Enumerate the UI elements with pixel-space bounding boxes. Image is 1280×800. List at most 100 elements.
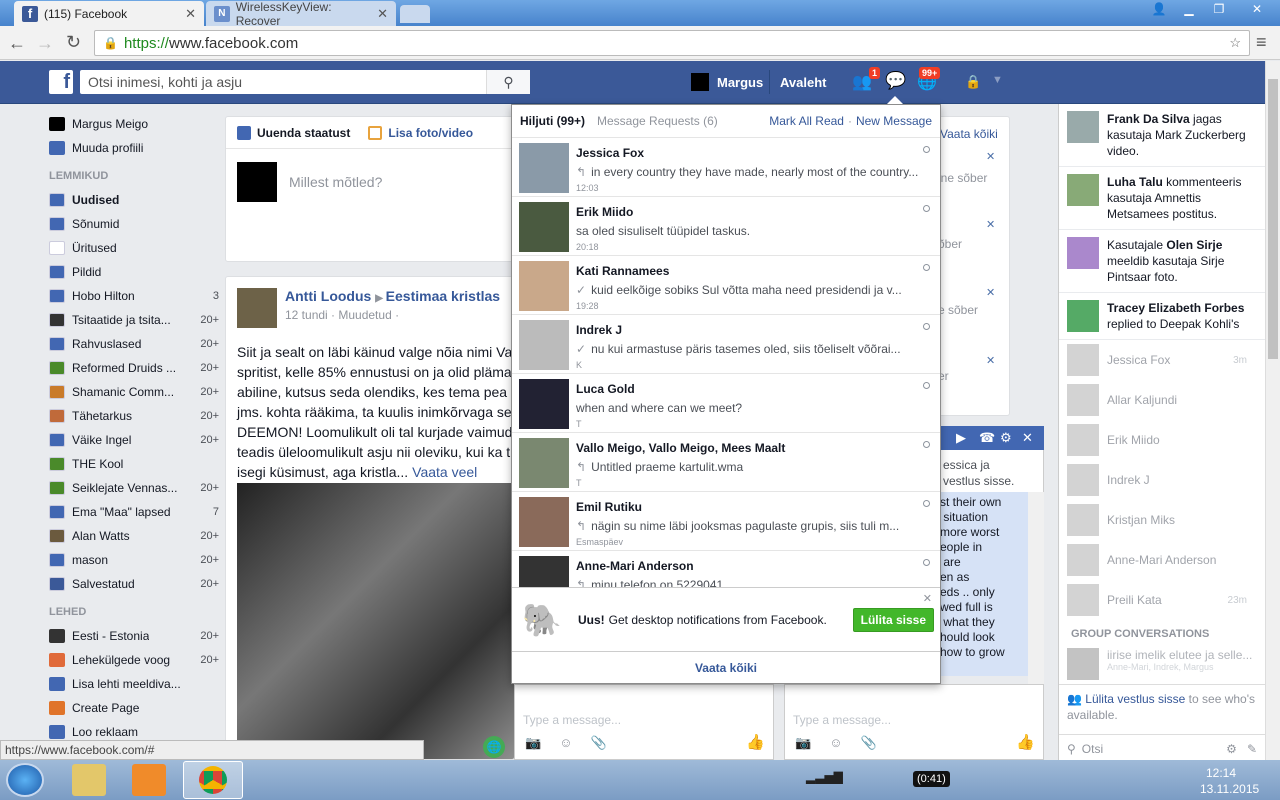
nav-profile[interactable]: Margus Meigo xyxy=(49,112,219,136)
profile-link[interactable]: Margus xyxy=(717,75,763,90)
camera-icon[interactable]: 📷 xyxy=(525,735,541,751)
sidebar-item[interactable]: Tähetarkus 20+ xyxy=(49,404,219,428)
chat-friend[interactable]: Anne-Mari Anderson xyxy=(1059,540,1265,580)
avatar[interactable] xyxy=(237,288,277,328)
media-player-icon[interactable] xyxy=(132,764,166,796)
address-bar[interactable]: 🔒 https://www.facebook.com ☆ xyxy=(94,30,1250,56)
home-link[interactable]: Avaleht xyxy=(780,75,826,90)
like-icon[interactable]: 👍 xyxy=(1016,733,1035,751)
ticker-story[interactable]: Kasutajale Olen Sirje meeldib kasutaja S… xyxy=(1059,230,1265,293)
sidebar-item[interactable]: Alan Watts 20+ xyxy=(49,524,219,548)
reload-icon[interactable]: ↻ xyxy=(66,32,81,53)
sidebar-item[interactable]: Uudised xyxy=(49,188,219,212)
sidebar-item[interactable]: Rahvuslased 20+ xyxy=(49,332,219,356)
message-input[interactable]: Type a message... xyxy=(523,713,773,727)
messages-icon[interactable]: 💬 xyxy=(885,71,906,91)
attach-icon[interactable]: 📎 xyxy=(860,735,876,751)
chat-friend[interactable]: Allar Kaljundi xyxy=(1059,380,1265,420)
chat-friend[interactable]: Kristjan Miks xyxy=(1059,500,1265,540)
post-author-link[interactable]: Antti Loodus xyxy=(285,288,371,304)
privacy-icon[interactable]: 🔒 xyxy=(965,74,981,90)
sidebar-item[interactable]: Create Page xyxy=(49,696,219,720)
message-thread[interactable]: Indrek J ✓ nu kui armastuse päris tasemes … xyxy=(512,314,940,373)
chat-friend[interactable]: Preili Kata 23m xyxy=(1059,580,1265,620)
close-icon[interactable]: ✕ xyxy=(986,286,995,299)
ticker-story[interactable]: Frank Da Silva jagas kasutaja Mark Zucke… xyxy=(1059,104,1265,167)
sidebar-item[interactable]: Lisa lehti meeldiva... xyxy=(49,672,219,696)
sidebar-item[interactable]: Tsitaatide ja tsita... 20+ xyxy=(49,308,219,332)
mark-read-icon[interactable] xyxy=(923,323,930,330)
chat-friend[interactable]: Erik Miido xyxy=(1059,420,1265,460)
new-tab-button[interactable] xyxy=(400,5,430,23)
see-all-link[interactable]: Vaata kõiki xyxy=(940,127,1009,141)
sidebar-item[interactable]: Salvestatud 20+ xyxy=(49,572,219,596)
mark-read-icon[interactable] xyxy=(923,559,930,566)
enable-notifications-button[interactable]: Lülita sisse xyxy=(852,607,934,632)
sidebar-item[interactable]: Üritused xyxy=(49,236,219,260)
message-thread[interactable]: Luca Gold when and where can we meet? T xyxy=(512,373,940,432)
message-thread[interactable]: Emil Rutiku ↰ nägin su nime läbi jooksmas … xyxy=(512,491,940,550)
gear-icon[interactable]: ⚙ xyxy=(1000,430,1012,446)
emoji-icon[interactable]: ☺ xyxy=(829,735,842,751)
tab-facebook[interactable]: f (115) Facebook ✕ xyxy=(14,1,204,26)
new-message-link[interactable]: New Message xyxy=(856,114,932,128)
sidebar-item[interactable]: Seiklejate Vennas... 20+ xyxy=(49,476,219,500)
restore-button[interactable]: ❐ xyxy=(1204,0,1234,18)
page-scrollbar[interactable] xyxy=(1265,61,1280,760)
sidebar-item[interactable]: Eesti - Estonia 20+ xyxy=(49,624,219,648)
signal-icon[interactable]: ▂▃▅▇ xyxy=(806,770,843,784)
mark-read-icon[interactable] xyxy=(923,382,930,389)
facebook-logo-icon[interactable]: f xyxy=(49,70,73,94)
sidebar-item[interactable]: Shamanic Comm... 20+ xyxy=(49,380,219,404)
close-icon[interactable]: ✕ xyxy=(923,592,932,605)
camera-icon[interactable]: 📷 xyxy=(795,735,811,751)
user-icon[interactable]: 👤 xyxy=(1144,0,1174,18)
star-icon[interactable]: ☆ xyxy=(1229,35,1241,51)
emoji-icon[interactable]: ☺ xyxy=(559,735,572,751)
tab-message-requests[interactable]: Message Requests (6) xyxy=(597,114,718,128)
tab-inbox[interactable]: Hiljuti (99+) xyxy=(520,114,585,128)
close-window-button[interactable]: ✕ xyxy=(1234,0,1280,18)
search-button[interactable]: ⚲ xyxy=(486,70,530,94)
tab-wirelesskeyview[interactable]: N WirelessKeyView: Recover ✕ xyxy=(206,0,396,28)
mark-read-icon[interactable] xyxy=(923,205,930,212)
mark-read-icon[interactable] xyxy=(923,441,930,448)
message-thread[interactable]: Vallo Meigo, Vallo Meigo, Mees Maalt ↰ Unt… xyxy=(512,432,940,491)
minimize-button[interactable]: ▁ xyxy=(1174,0,1204,18)
close-icon[interactable]: ✕ xyxy=(1022,430,1033,446)
search-input[interactable]: Otsi inimesi, kohti ja asju ⚲ xyxy=(80,70,530,94)
sidebar-item[interactable]: THE Kool xyxy=(49,452,219,476)
sidebar-item[interactable]: Ema "Maa" lapsed 7 xyxy=(49,500,219,524)
battery-readout[interactable]: (0:41) xyxy=(913,771,950,787)
scrollbar-thumb[interactable] xyxy=(1268,79,1278,359)
chrome-taskbar-button[interactable] xyxy=(183,761,243,799)
see-more-link[interactable]: Vaata veel xyxy=(412,464,477,480)
like-icon[interactable]: 👍 xyxy=(746,733,765,751)
sidebar-item[interactable]: Hobo Hilton 3 xyxy=(49,284,219,308)
sidebar-item[interactable]: Lehekülgede voog 20+ xyxy=(49,648,219,672)
chat-search-input[interactable]: Otsi xyxy=(1082,742,1103,756)
sidebar-item[interactable]: Sõnumid xyxy=(49,212,219,236)
close-tab-icon[interactable]: ✕ xyxy=(377,6,388,22)
forward-icon[interactable]: → xyxy=(36,33,54,54)
message-thread[interactable]: Kati Rannamees ✓ kuid eelkõige sobiks Sul … xyxy=(512,255,940,314)
phone-icon[interactable]: ☎ xyxy=(979,430,995,446)
message-thread[interactable]: Anne-Mari Anderson ↰ minu telefon on 52290… xyxy=(512,550,940,587)
mark-read-icon[interactable] xyxy=(923,500,930,507)
globe-icon[interactable]: 🌐 xyxy=(483,736,505,758)
compose-icon[interactable]: ✎ xyxy=(1247,742,1257,756)
post-target-link[interactable]: Eestimaa kristlas xyxy=(386,288,500,304)
mark-read-icon[interactable] xyxy=(923,264,930,271)
group-conversation[interactable]: iirise imelik elutee ja selle... Anne-Mar… xyxy=(1059,648,1265,680)
update-status-button[interactable]: Uuenda staatust xyxy=(257,126,350,140)
nav-edit-profile[interactable]: Muuda profiili xyxy=(49,136,219,160)
post-photo[interactable] xyxy=(237,483,514,759)
ticker-story[interactable]: Luha Talu kommenteeris kasutaja Amnettis… xyxy=(1059,167,1265,230)
explorer-icon[interactable] xyxy=(72,764,106,796)
chat-scrollbar[interactable] xyxy=(1028,492,1044,684)
sidebar-item[interactable]: Pildid xyxy=(49,260,219,284)
attach-icon[interactable]: 📎 xyxy=(590,735,606,751)
message-input[interactable]: Type a message... xyxy=(793,713,1043,727)
add-photo-button[interactable]: Lisa foto/video xyxy=(388,126,473,140)
status-input[interactable]: Millest mõtled? xyxy=(289,174,382,190)
